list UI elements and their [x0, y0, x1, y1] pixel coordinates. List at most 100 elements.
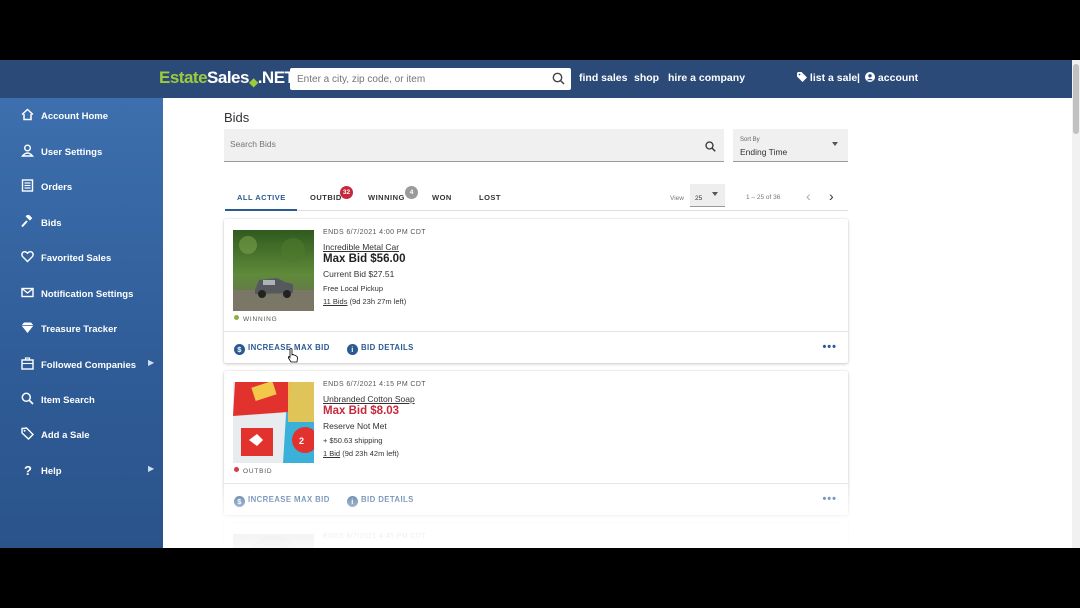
item-title-link[interactable]: Incredible Metal Car: [323, 242, 399, 252]
home-icon: [21, 108, 34, 121]
end-time: ENDS 6/7/2021 4:15 PM CDT: [323, 381, 426, 388]
user-icon: [21, 144, 34, 157]
list-icon: [21, 179, 34, 192]
item-thumbnail[interactable]: [233, 534, 314, 548]
bid-count-link[interactable]: 1 Bid: [323, 449, 340, 458]
view-label: View: [670, 195, 684, 202]
max-bid-amount: Max Bid $56.00: [323, 253, 406, 265]
bid-count-line: 1 Bid (9d 23h 42m left): [323, 449, 399, 458]
sidebar-item-notification-settings[interactable]: Notification Settings: [0, 280, 163, 308]
more-options-button[interactable]: •••: [822, 493, 837, 505]
caret-down-icon: [712, 192, 718, 196]
next-page-button[interactable]: ›: [829, 189, 834, 203]
search-icon[interactable]: [552, 72, 565, 90]
sidebar-item-label: Followed Companies: [41, 360, 137, 371]
card-divider: [224, 331, 848, 332]
active-tab-indicator: [225, 209, 297, 211]
sidebar-item-label: User Settings: [41, 147, 103, 158]
shipping-info: Free Local Pickup: [323, 284, 384, 293]
status-dot: [234, 315, 239, 320]
item-thumbnail[interactable]: 2: [233, 382, 314, 463]
bids-search-box: [224, 129, 724, 162]
sort-by-label: Sort By: [740, 137, 760, 143]
increase-max-bid-button[interactable]: $ INCREASE MAX BID: [234, 343, 330, 355]
building-icon: [21, 357, 34, 370]
find-sales-link[interactable]: find sales: [579, 72, 627, 84]
max-bid-amount: Max Bid $8.03: [323, 405, 400, 417]
bid-details-button[interactable]: i BID DETAILS: [347, 343, 414, 355]
bid-card: 2 ENDS 6/7/2021 4:15 PM CDT Unbranded Co…: [224, 371, 848, 515]
envelope-icon: [21, 287, 34, 298]
bid-card: ENDS 6/7/2021 4:00 PM CDT Incredible Met…: [224, 219, 848, 363]
sidebar-item-label: Bids: [41, 218, 62, 229]
info-icon: i: [347, 344, 358, 355]
increase-max-bid-button[interactable]: $ INCREASE MAX BID: [234, 495, 330, 507]
bid-card: ENDS 6/7/2021 4:45 PM CDT: [224, 523, 848, 548]
current-bid: Current Bid $27.51: [323, 269, 395, 279]
chevron-right-icon: ▶: [148, 464, 155, 473]
sidebar-item-label: Orders: [41, 182, 73, 193]
sidebar-item-account-home[interactable]: Account Home: [0, 102, 163, 130]
sidebar-item-bids[interactable]: Bids: [0, 209, 163, 237]
info-icon: i: [347, 496, 358, 507]
scrollbar-thumb[interactable]: [1073, 64, 1079, 134]
site-search-input[interactable]: [290, 68, 540, 90]
tag-icon: [797, 72, 807, 82]
sidebar-item-label: Favorited Sales: [41, 253, 112, 264]
sidebar-item-item-search[interactable]: Item Search: [0, 386, 163, 414]
bids-search-input[interactable]: [230, 139, 670, 149]
svg-text:2: 2: [299, 436, 304, 446]
sidebar-item-label: Account Home: [41, 111, 109, 122]
item-title-link[interactable]: Unbranded Cotton Soap: [323, 394, 415, 404]
sidebar-item-user-settings[interactable]: User Settings: [0, 138, 163, 166]
mouse-cursor-icon: [287, 348, 298, 363]
end-time: ENDS 6/7/2021 4:00 PM CDT: [323, 229, 426, 236]
chevron-right-icon: ▶: [148, 358, 155, 367]
site-logo[interactable]: EstateSales◆.NET: [159, 68, 295, 89]
page-scrollbar[interactable]: [1072, 60, 1080, 548]
more-options-button[interactable]: •••: [822, 341, 837, 353]
card-divider: [224, 483, 848, 484]
prev-page-button[interactable]: ‹: [806, 189, 811, 203]
sidebar-item-treasure-tracker[interactable]: Treasure Tracker: [0, 315, 163, 343]
bid-count-link[interactable]: 11 Bids: [323, 297, 347, 306]
sidebar-item-orders[interactable]: Orders: [0, 173, 163, 201]
time-left: (9d 23h 27m left): [349, 297, 407, 306]
tab-outbid[interactable]: OUTBID: [310, 193, 342, 202]
tab-winning[interactable]: WINNING: [368, 193, 405, 202]
tab-won[interactable]: WON: [432, 193, 452, 202]
bid-count-line: 11 Bids (9d 23h 27m left): [323, 297, 406, 306]
search-icon: [21, 392, 34, 405]
page-title: Bids: [224, 110, 250, 125]
shop-link[interactable]: shop: [634, 72, 659, 84]
end-time: ENDS 6/7/2021 4:45 PM CDT: [323, 533, 426, 540]
account-link[interactable]: account: [865, 72, 918, 84]
bid-details-button[interactable]: i BID DETAILS: [347, 495, 414, 507]
heart-icon: [21, 251, 34, 263]
tabs-divider: [225, 210, 848, 211]
sort-by-value: Ending Time: [740, 147, 788, 157]
tag-icon: [21, 427, 34, 440]
sidebar-item-followed-companies[interactable]: Followed Companies ▶: [0, 351, 163, 379]
hire-a-company-link[interactable]: hire a company: [668, 72, 745, 84]
reserve-status: Reserve Not Met: [323, 421, 387, 431]
diamond-icon: [21, 322, 34, 333]
page-size-value: 25: [695, 195, 703, 202]
tab-all-active[interactable]: ALL ACTIVE: [237, 193, 286, 202]
caret-down-icon: [832, 142, 838, 146]
pagination-range: 1 – 25 of 36: [746, 194, 781, 201]
sidebar-item-add-a-sale[interactable]: Add a Sale: [0, 421, 163, 449]
search-icon[interactable]: [705, 139, 716, 157]
dollar-icon: $: [234, 344, 245, 355]
page-size-select[interactable]: 25: [690, 184, 725, 207]
account-sidebar: Account Home User Settings Orders Bids F…: [0, 98, 163, 548]
site-search-box: [290, 68, 571, 90]
sort-by-select[interactable]: Sort By Ending Time: [733, 129, 848, 162]
sidebar-item-favorited-sales[interactable]: Favorited Sales: [0, 244, 163, 272]
sidebar-item-help[interactable]: ? Help ▶: [0, 457, 163, 485]
list-a-sale-link[interactable]: list a sale: [797, 72, 857, 84]
top-navigation-bar: EstateSales◆.NET find sales shop hire a …: [0, 60, 1072, 98]
gavel-icon: [21, 215, 33, 228]
item-thumbnail[interactable]: [233, 230, 314, 311]
tab-lost[interactable]: LOST: [479, 193, 501, 202]
